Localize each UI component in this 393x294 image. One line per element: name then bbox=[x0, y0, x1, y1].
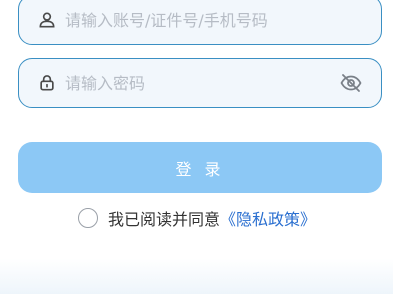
password-input[interactable] bbox=[65, 59, 331, 107]
agree-checkbox[interactable] bbox=[78, 208, 98, 228]
account-field[interactable] bbox=[18, 0, 382, 45]
lock-icon bbox=[35, 71, 59, 95]
login-button[interactable]: 登 录 bbox=[18, 142, 382, 193]
account-input[interactable] bbox=[65, 0, 381, 44]
agreement-text: 我已阅读并同意 bbox=[108, 210, 221, 229]
agreement-row: 我已阅读并同意 《隐私政策》 bbox=[78, 207, 316, 229]
eye-off-icon[interactable] bbox=[331, 63, 371, 103]
password-field[interactable] bbox=[18, 58, 382, 108]
user-icon bbox=[35, 8, 59, 32]
privacy-policy-link[interactable]: 《隐私政策》 bbox=[220, 206, 316, 230]
